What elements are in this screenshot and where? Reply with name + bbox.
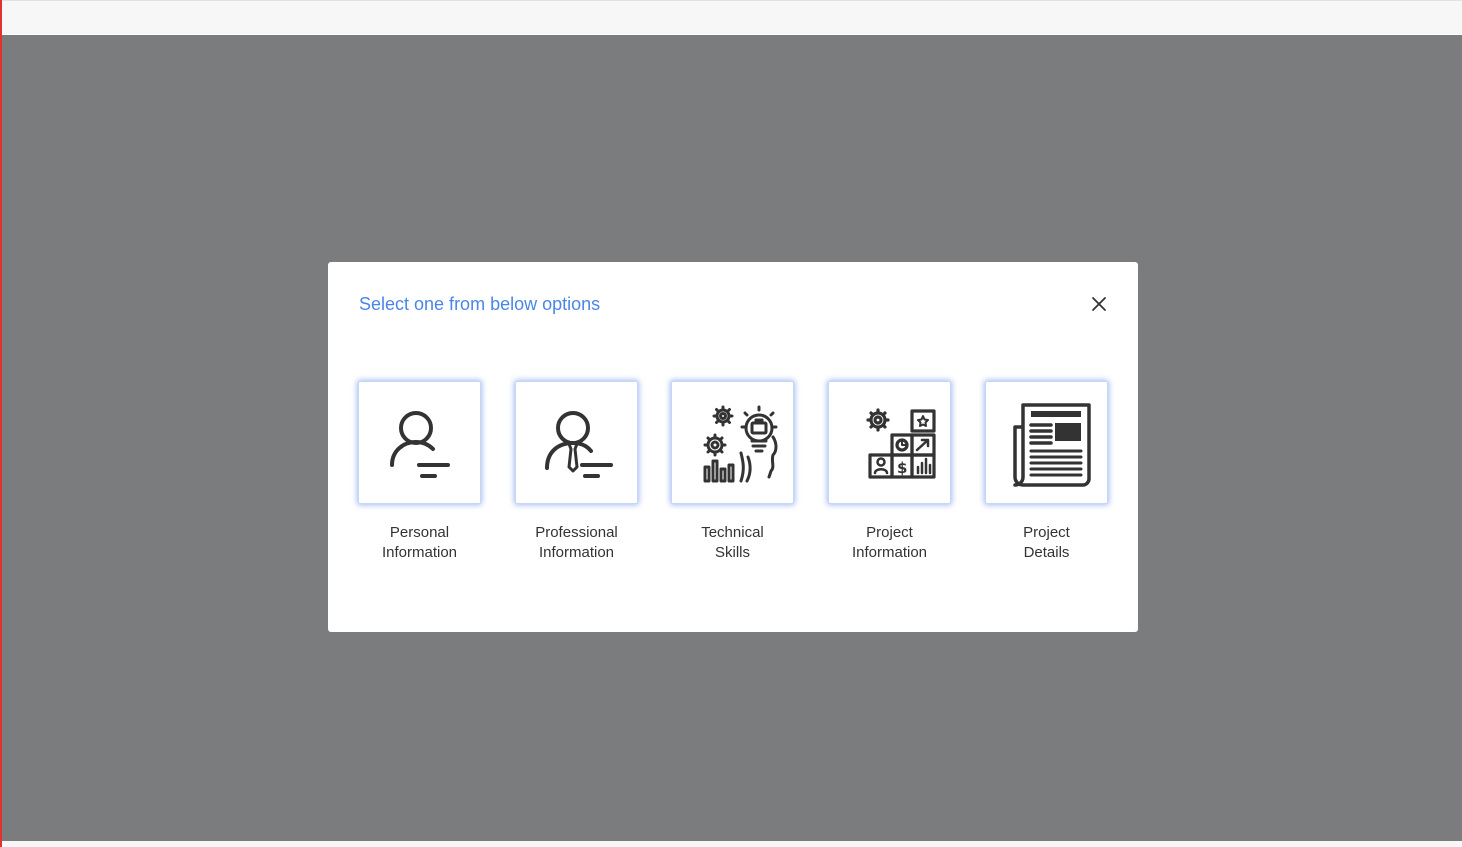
option-professional-information[interactable]: Professional Information	[515, 381, 638, 563]
option-label: Professional Information	[535, 524, 618, 561]
option-label: Technical Skills	[701, 524, 764, 561]
options-modal: Select one from below options Personal I…	[328, 262, 1138, 632]
option-project-details[interactable]: Project Details	[985, 381, 1108, 563]
option-tile[interactable]	[985, 381, 1108, 504]
option-project-information[interactable]: $ Project Information	[828, 381, 951, 563]
option-tile[interactable]	[358, 381, 481, 504]
svg-text:$: $	[897, 459, 907, 477]
modal-title: Select one from below options	[359, 294, 601, 314]
option-label: Personal Information	[381, 524, 458, 561]
person-icon	[389, 410, 450, 478]
professional-person-icon	[544, 410, 613, 478]
option-tile[interactable]	[515, 381, 638, 504]
bottom-bar	[0, 841, 1462, 847]
option-technical-skills[interactable]: Technical Skills	[671, 381, 794, 563]
option-tile[interactable]	[671, 381, 794, 504]
option-label: Project Information	[851, 524, 928, 561]
technical-skills-icon	[703, 405, 777, 482]
newspaper-icon	[1012, 402, 1091, 487]
close-icon	[1092, 297, 1106, 311]
project-blocks-icon: $	[865, 407, 936, 479]
options-grid: Personal Information Professional Inform…	[358, 381, 1110, 571]
option-label: Project Details	[1023, 524, 1070, 561]
option-tile[interactable]: $	[828, 381, 951, 504]
top-bar	[0, 0, 1462, 34]
close-button[interactable]	[1087, 292, 1111, 316]
option-personal-information[interactable]: Personal Information	[358, 381, 481, 563]
left-edge-line	[0, 0, 2, 847]
